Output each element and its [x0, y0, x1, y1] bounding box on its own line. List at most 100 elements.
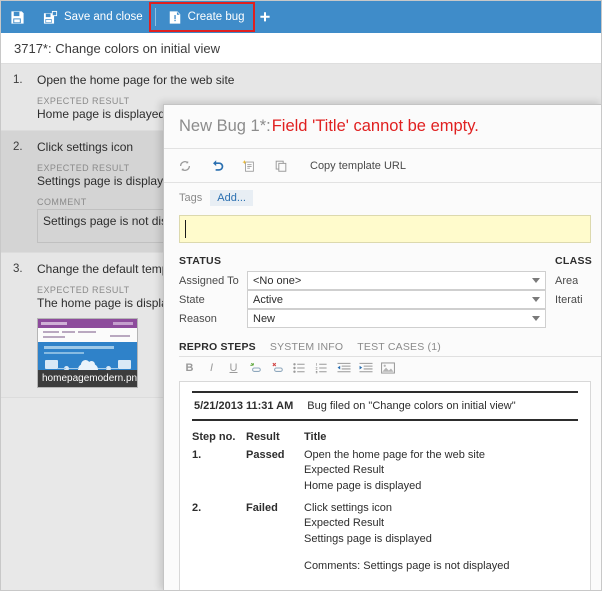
status-section-label: STATUS: [179, 255, 222, 267]
tags-label: Tags: [179, 192, 203, 204]
tab-repro-steps[interactable]: REPRO STEPS: [179, 341, 256, 356]
save-disk-icon: [10, 10, 25, 25]
tags-row: Tags Add...: [164, 183, 601, 213]
reason-label: Reason: [179, 312, 217, 325]
expected-result-label: Expected Result: [304, 464, 385, 476]
assigned-to-row: Assigned To <No one>: [179, 271, 546, 290]
new-linked-item-icon[interactable]: [240, 157, 258, 175]
repro-steps-table: Step no. Result Title 1. Passed Open the…: [192, 431, 578, 577]
row-step-no: 1.: [192, 449, 202, 461]
dialog-header: New Bug 1*: Field 'Title' cannot be empt…: [164, 105, 601, 149]
iteration-row: Iterati: [555, 290, 601, 309]
bug-filed-banner: 5/21/2013 11:31 AM Bug filed on "Change …: [192, 391, 578, 421]
new-bug-dialog: New Bug 1*: Field 'Title' cannot be empt…: [163, 104, 601, 590]
text-cursor: [185, 220, 186, 238]
dialog-toolbar: Copy template URL: [164, 149, 601, 183]
copy-template-url-button[interactable]: Copy template URL: [310, 160, 406, 172]
create-bug-label: Create bug: [187, 11, 245, 23]
chevron-down-icon: [532, 297, 540, 302]
classification-section: CLASS Area Iterati: [546, 255, 601, 328]
app-window: Save and close Create bug 3717*: Change …: [0, 0, 602, 591]
table-row-detail: Expected Result Home page is displayed: [192, 463, 578, 497]
add-tag-button[interactable]: Add...: [210, 190, 253, 206]
italic-icon[interactable]: I: [204, 361, 219, 376]
bug-filed-date: 5/21/2013 11:31 AM: [194, 400, 294, 412]
save-and-close-button[interactable]: Save and close: [34, 1, 152, 33]
bold-icon[interactable]: B: [182, 361, 197, 376]
save-and-close-label: Save and close: [64, 11, 143, 23]
repro-steps-content[interactable]: 5/21/2013 11:31 AM Bug filed on "Change …: [179, 381, 591, 590]
attachment-filename: homepagemodern.png: [38, 370, 137, 387]
row-result: Failed: [246, 501, 278, 514]
create-bug-icon: [168, 10, 182, 25]
step-number: 1.: [13, 74, 23, 86]
fields-area: STATUS Assigned To <No one> State Active: [164, 255, 601, 328]
refresh-icon[interactable]: [176, 157, 194, 175]
table-header-row: Step no. Result Title: [192, 431, 578, 449]
chevron-down-icon: [532, 316, 540, 321]
comment-input[interactable]: Settings page is not displ: [37, 209, 167, 243]
outdent-icon[interactable]: [336, 361, 351, 376]
table-row-detail: Expected Result Settings page is display…: [192, 516, 578, 577]
iteration-label: Iterati: [555, 293, 583, 306]
reason-value: New: [253, 312, 276, 325]
remove-link-icon[interactable]: [270, 361, 285, 376]
row-title: Open the home page for the web site: [304, 449, 486, 461]
state-row: State Active: [179, 290, 546, 309]
dialog-title: New Bug 1*:: [179, 117, 271, 135]
insert-image-icon[interactable]: [380, 361, 395, 376]
reason-select[interactable]: New: [247, 309, 546, 328]
dialog-tabs: REPRO STEPS SYSTEM INFO TEST CASES (1): [179, 337, 601, 357]
thumbnail-content-lines: [38, 328, 137, 342]
copy-icon[interactable]: [272, 157, 290, 175]
expected-result-text: Home page is displayed: [304, 479, 422, 492]
table-row: 2. Failed Click settings icon: [192, 497, 578, 516]
classification-section-label: CLASS: [555, 255, 593, 267]
insert-link-icon[interactable]: [248, 361, 263, 376]
state-select[interactable]: Active: [247, 290, 546, 309]
column-result: Result: [246, 431, 280, 443]
rich-text-toolbar: B I U: [179, 357, 601, 379]
step-number: 2.: [13, 141, 23, 153]
reason-row: Reason New: [179, 309, 546, 328]
undo-icon[interactable]: [208, 157, 226, 175]
bug-title-input[interactable]: [179, 215, 591, 243]
create-bug-button[interactable]: Create bug: [158, 1, 280, 33]
step-title: Open the home page for the web site: [37, 73, 235, 87]
dialog-validation-error: Field 'Title' cannot be empty.: [271, 117, 479, 135]
assigned-to-value: <No one>: [253, 274, 302, 287]
state-label: State: [179, 293, 205, 306]
expected-result-label: Expected Result: [304, 516, 385, 529]
area-label: Area: [555, 274, 579, 287]
numbered-list-icon[interactable]: [314, 361, 329, 376]
column-step-no: Step no.: [192, 431, 236, 443]
page-title-bar: 3717*: Change colors on initial view: [1, 33, 601, 64]
column-title: Title: [304, 431, 327, 443]
assigned-to-label: Assigned To: [179, 274, 239, 287]
step-number: 3.: [13, 263, 23, 275]
area-row: Area: [555, 271, 601, 290]
row-result: Passed: [246, 449, 285, 461]
top-toolbar: Save and close Create bug: [1, 1, 601, 33]
bug-filed-description: Bug filed on "Change colors on initial v…: [307, 400, 516, 412]
plus-icon[interactable]: [259, 11, 271, 23]
tab-test-cases[interactable]: TEST CASES (1): [357, 341, 441, 356]
save-and-close-icon: [43, 10, 58, 25]
state-value: Active: [253, 293, 283, 306]
bulleted-list-icon[interactable]: [292, 361, 307, 376]
thumbnail-header-bar: [38, 319, 137, 328]
row-comments: Comments: Settings page is not displayed: [304, 559, 510, 572]
page-title: 3717*: Change colors on initial view: [14, 40, 220, 56]
status-section: STATUS Assigned To <No one> State Active: [179, 255, 546, 328]
row-step-no: 2.: [192, 501, 202, 514]
indent-icon[interactable]: [358, 361, 373, 376]
expected-result-text: Settings page is displayed: [304, 532, 432, 545]
tab-system-info[interactable]: SYSTEM INFO: [270, 341, 343, 356]
toolbar-separator: [154, 8, 156, 26]
assigned-to-select[interactable]: <No one>: [247, 271, 546, 290]
save-button[interactable]: [1, 1, 34, 33]
underline-icon[interactable]: U: [226, 361, 241, 376]
attachment-thumbnail[interactable]: homepagemodern.png: [37, 318, 138, 388]
row-title: Click settings icon: [304, 501, 393, 514]
chevron-down-icon: [532, 278, 540, 283]
